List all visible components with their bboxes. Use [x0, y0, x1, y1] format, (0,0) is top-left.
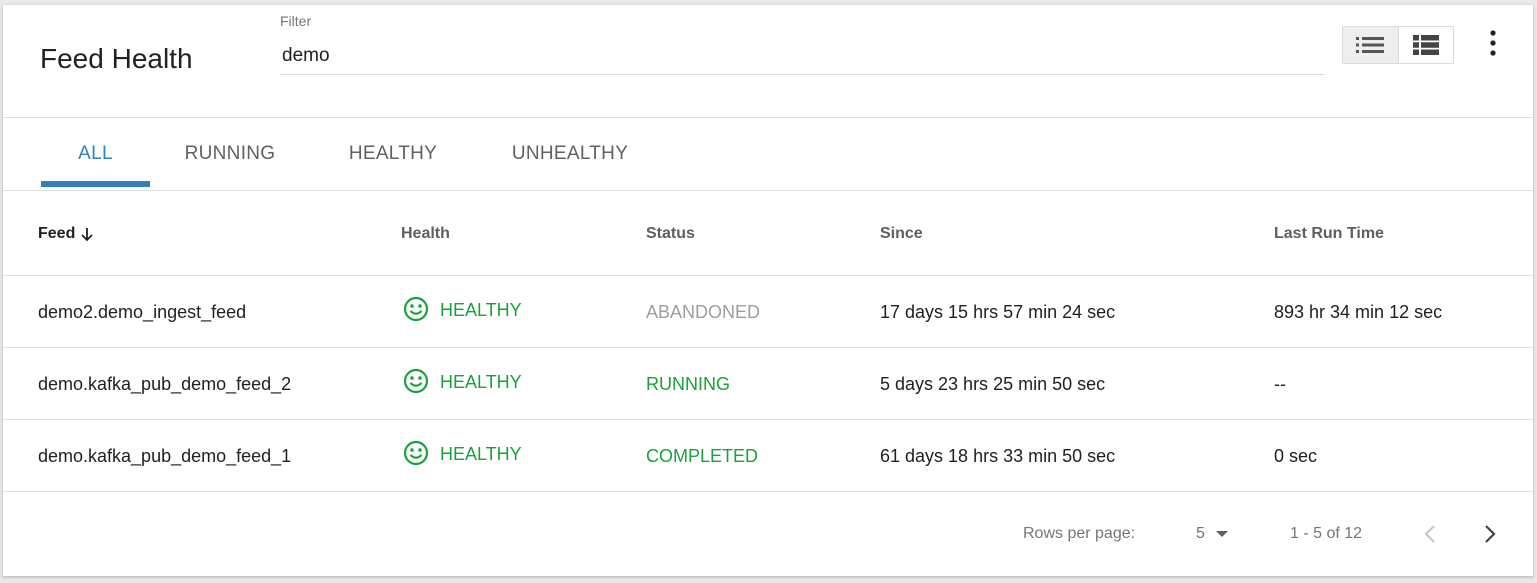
- smiley-icon: [403, 440, 429, 466]
- table-view-icon: [1412, 35, 1439, 55]
- filter-label: Filter: [280, 13, 312, 29]
- column-header-feed-label: Feed: [38, 224, 76, 242]
- column-header-health[interactable]: Health: [401, 191, 450, 276]
- previous-page-button[interactable]: [1419, 492, 1441, 576]
- page-range: 1 - 5 of 12: [1290, 525, 1363, 542]
- last-run-value: --: [1274, 373, 1286, 394]
- list-view-icon: [1356, 37, 1385, 53]
- page-title: Feed Health: [40, 43, 193, 74]
- feed-name[interactable]: demo2.demo_ingest_feed: [38, 276, 246, 348]
- tab-running[interactable]: RUNNING: [169, 118, 291, 190]
- table-row[interactable]: demo.kafka_pub_demo_feed_1 HEALTHY COMPL…: [3, 420, 1533, 492]
- status-label: ABANDONED: [646, 301, 761, 322]
- chevron-right-icon: [1485, 525, 1496, 543]
- card-header: Feed Health Filter: [3, 5, 1533, 118]
- more-vert-icon: [1490, 30, 1496, 56]
- health-label: HEALTHY: [440, 299, 522, 320]
- caret-down-icon: [1215, 531, 1228, 537]
- column-header-status[interactable]: Status: [646, 191, 695, 276]
- tab-bar: ALL RUNNING HEALTHY UNHEALTHY: [3, 118, 1533, 191]
- last-run-value: 893 hr 34 min 12 sec: [1274, 301, 1443, 322]
- tab-healthy[interactable]: HEALTHY: [332, 118, 454, 190]
- since-value: 17 days 15 hrs 57 min 24 sec: [880, 301, 1116, 322]
- view-toggle: [1342, 26, 1454, 64]
- filter-input[interactable]: [280, 37, 1324, 75]
- health-label: HEALTHY: [440, 371, 522, 392]
- rows-per-page-label: Rows per page:: [1023, 525, 1136, 542]
- active-tab-indicator: [41, 181, 150, 187]
- smiley-icon: [403, 368, 429, 394]
- health-cell: HEALTHY: [403, 348, 522, 420]
- rows-per-page-value: 5: [1196, 525, 1205, 542]
- column-header-feed[interactable]: Feed: [38, 191, 95, 276]
- health-cell: HEALTHY: [403, 420, 522, 492]
- status-label: RUNNING: [646, 373, 730, 394]
- table-header: Feed Health Status Since Last Run Time: [3, 191, 1533, 276]
- feed-health-card: Feed Health Filter demo ALL RUNNING HEAL…: [3, 5, 1533, 576]
- tab-unhealthy[interactable]: UNHEALTHY: [494, 118, 646, 190]
- table-view-button[interactable]: [1397, 27, 1453, 63]
- rows-per-page-select[interactable]: 5: [1196, 492, 1229, 576]
- tab-all[interactable]: ALL: [41, 118, 150, 190]
- feed-name[interactable]: demo.kafka_pub_demo_feed_2: [38, 348, 291, 420]
- table-row[interactable]: demo2.demo_ingest_feed HEALTHY ABANDONED…: [3, 276, 1533, 348]
- list-view-button[interactable]: [1343, 27, 1398, 63]
- health-label: HEALTHY: [440, 443, 522, 464]
- next-page-button[interactable]: [1479, 492, 1501, 576]
- column-header-last-run-time[interactable]: Last Run Time: [1274, 191, 1384, 276]
- table-pagination: Rows per page: 5 1 - 5 of 12: [3, 492, 1533, 576]
- more-options-button[interactable]: [1481, 27, 1505, 59]
- last-run-value: 0 sec: [1274, 445, 1318, 466]
- column-header-since[interactable]: Since: [880, 191, 923, 276]
- feed-name[interactable]: demo.kafka_pub_demo_feed_1: [38, 420, 291, 492]
- arrow-down-icon: [81, 227, 93, 241]
- health-cell: HEALTHY: [403, 276, 522, 348]
- since-value: 5 days 23 hrs 25 min 50 sec: [880, 373, 1106, 394]
- status-label: COMPLETED: [646, 445, 759, 466]
- chevron-left-icon: [1424, 525, 1435, 543]
- since-value: 61 days 18 hrs 33 min 50 sec: [880, 445, 1116, 466]
- table-row[interactable]: demo.kafka_pub_demo_feed_2 HEALTHY RUNNI…: [3, 348, 1533, 420]
- smiley-icon: [403, 296, 429, 322]
